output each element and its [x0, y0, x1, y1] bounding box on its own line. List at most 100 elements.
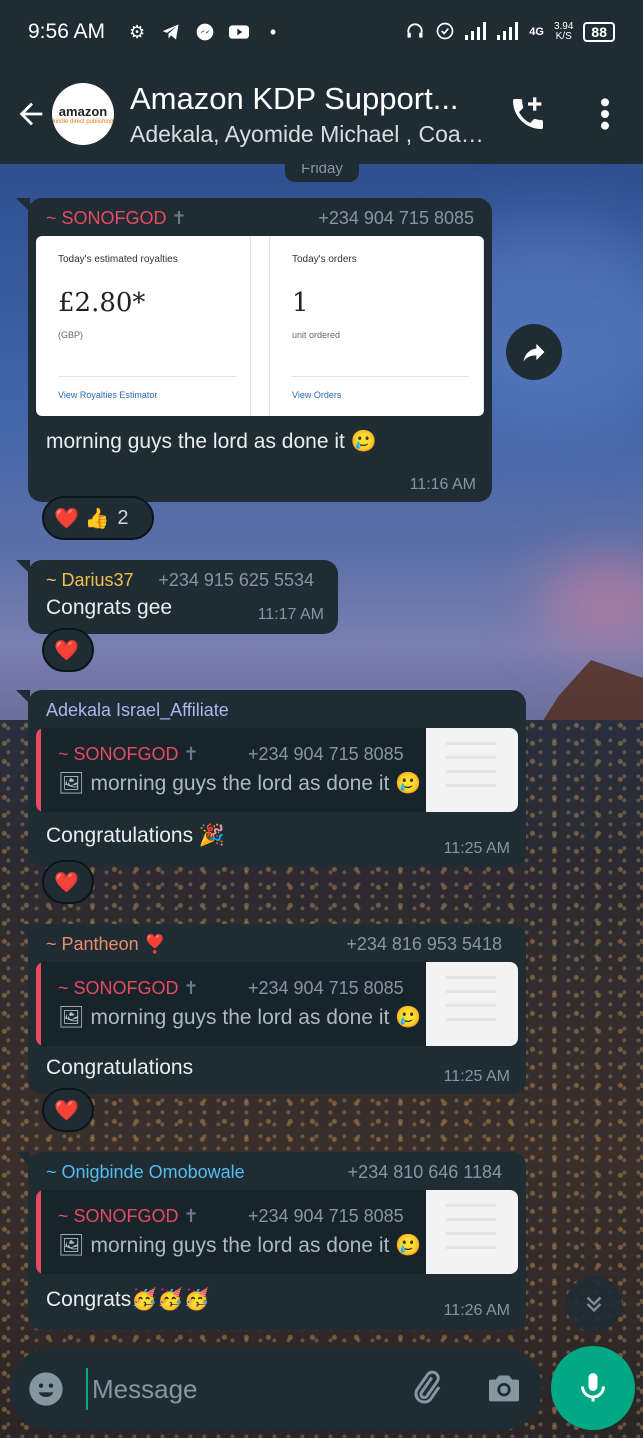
youtube-icon [229, 22, 250, 42]
cross-icon: ✝ [183, 978, 199, 998]
back-arrow-icon[interactable] [14, 97, 48, 131]
date-separator: Friday [285, 164, 359, 182]
quote-phone: +234 904 715 8085 [248, 744, 404, 764]
avatar-subbrand: kindle direct publishing [52, 118, 114, 125]
add-call-icon[interactable] [508, 94, 548, 134]
reaction-bar[interactable]: ❤️ 👍 2 [42, 496, 154, 540]
quote-sender-text: ~ SONOFGOD [58, 978, 179, 998]
quote-sender-text: ~ SONOFGOD [58, 1206, 179, 1226]
status-system-icons: 4G 3.94 K/S 88 [405, 21, 615, 44]
message-time: 11:25 AM [443, 1068, 510, 1085]
quote-sender: ~ SONOFGOD ✝ [58, 744, 199, 765]
microphone-button[interactable] [551, 1346, 635, 1430]
card-link: View Royalties Estimator [58, 390, 158, 400]
avatar-brand: amazon [58, 103, 108, 119]
quoted-message[interactable]: ~ SONOFGOD ✝ +234 904 715 8085 🖼 morning… [36, 1190, 518, 1274]
sender-phone: +234 915 625 5534 [158, 570, 314, 590]
paperclip-icon[interactable] [406, 1368, 446, 1408]
quote-thumbnail [426, 962, 518, 1046]
quote-accent-bar [36, 962, 41, 1046]
quote-text: 🖼 morning guys the lord as done it 🥲 [58, 1006, 422, 1029]
sender-phone: +234 904 715 8085 [318, 208, 474, 228]
telegram-icon [161, 22, 181, 42]
status-bar: 9:56 AM ⚙ • 4G 3.94 K/S 88 [0, 0, 643, 64]
chat-header: amazon kindle direct publishing Amazon K… [0, 64, 643, 164]
message-text: Congratulations 🎉 [46, 824, 226, 847]
message-bubble[interactable]: Adekala Israel_Affiliate ~ SONOFGOD ✝ +2… [16, 690, 526, 866]
sender-phone: +234 816 953 5418 [346, 934, 502, 954]
card-sub: (GBP) [58, 330, 84, 340]
quote-sender-text: ~ SONOFGOD [58, 744, 179, 764]
signal-icon-2 [497, 21, 519, 43]
reaction-bar[interactable]: ❤️ [42, 628, 94, 672]
message-time: 11:26 AM [443, 1302, 510, 1319]
message-input[interactable] [86, 1368, 386, 1410]
message-text: Congrats gee [46, 596, 173, 619]
reaction-count: 2 [117, 506, 129, 529]
sender-name[interactable]: ~ SONOFGOD ✝ [46, 208, 187, 229]
dot-icon: • [269, 21, 277, 42]
forward-button[interactable] [506, 324, 562, 380]
message-bubble[interactable]: ~ Pantheon ❣️ +234 816 953 5418 ~ SONOFG… [16, 924, 526, 1094]
image-attachment[interactable]: Today's estimated royalties £2.80* (GBP)… [36, 236, 484, 416]
message-time: 11:25 AM [443, 840, 510, 857]
sender-name[interactable]: ~ Onigbinde Omobowale [46, 1162, 245, 1183]
emoji-icon[interactable] [26, 1369, 66, 1409]
message-list[interactable]: Friday ~ SONOFGOD ✝ +234 904 715 8085 To… [0, 164, 643, 1344]
status-time: 9:56 AM [28, 20, 106, 43]
message-time: 11:16 AM [409, 476, 476, 493]
camera-icon[interactable] [484, 1368, 524, 1408]
more-options-icon[interactable] [590, 94, 620, 134]
message-text: morning guys the lord as done it 🥲 [46, 430, 377, 453]
network-speed: 3.94 K/S [554, 22, 573, 42]
message-bubble[interactable]: ~ SONOFGOD ✝ +234 904 715 8085 Today's e… [16, 198, 492, 502]
speed-unit: K/S [555, 31, 572, 42]
reaction-emojis: ❤️ [54, 1099, 79, 1122]
sender-name[interactable]: Adekala Israel_Affiliate [46, 700, 229, 721]
royalties-card: Today's estimated royalties £2.80* (GBP)… [36, 236, 251, 416]
signal-icon [465, 21, 487, 43]
microphone-icon [581, 1373, 605, 1402]
message-composer [10, 1348, 542, 1430]
reaction-bar[interactable]: ❤️ [42, 860, 94, 904]
quote-sender: ~ SONOFGOD ✝ [58, 1206, 199, 1227]
reaction-emojis: ❤️ [54, 871, 79, 894]
chat-title: Amazon KDP Support... [130, 80, 459, 116]
network-type: 4G [529, 26, 544, 38]
sender-name[interactable]: ~ Darius37 [46, 570, 134, 591]
reaction-emojis: ❤️ [54, 639, 79, 662]
double-chevron-down-icon [586, 1296, 602, 1313]
cross-icon: ✝ [183, 744, 199, 764]
message-bubble[interactable]: ~ Onigbinde Omobowale +234 810 646 1184 … [16, 1152, 526, 1330]
message-text: Congrats🥳🥳🥳 [46, 1288, 210, 1311]
quote-accent-bar [36, 728, 41, 812]
divider [58, 376, 236, 377]
cross-icon: ✝ [171, 208, 187, 228]
message-text: Congratulations [46, 1056, 194, 1079]
message-time: 11:17 AM [257, 606, 324, 623]
quote-accent-bar [36, 1190, 41, 1274]
scroll-to-bottom-button[interactable] [566, 1276, 622, 1332]
gear-icon: ⚙ [128, 21, 146, 42]
sender-name[interactable]: ~ Pantheon ❣️ [46, 934, 166, 955]
data-saver-icon [435, 21, 455, 44]
quoted-message[interactable]: ~ SONOFGOD ✝ +234 904 715 8085 🖼 morning… [36, 728, 518, 812]
quoted-message[interactable]: ~ SONOFGOD ✝ +234 904 715 8085 🖼 morning… [36, 962, 518, 1046]
messenger-icon [195, 22, 215, 42]
orders-card: Today's orders 1 unit ordered View Order… [269, 236, 484, 416]
message-bubble[interactable]: ~ Darius37 +234 915 625 5534 Congrats ge… [16, 560, 338, 634]
reaction-emojis: ❤️ 👍 [54, 507, 110, 530]
card-label: Today's orders [292, 254, 357, 265]
headset-icon [405, 21, 425, 44]
card-sub: unit ordered [292, 330, 341, 340]
reaction-bar[interactable]: ❤️ [42, 1088, 94, 1132]
chat-title-block[interactable]: Amazon KDP Support... Adekala, Ayomide M… [130, 81, 490, 148]
quote-text: 🖼 morning guys the lord as done it 🥲 [58, 1234, 422, 1257]
group-avatar[interactable]: amazon kindle direct publishing [52, 83, 114, 145]
chat-members: Adekala, Ayomide Michael , Coac... [130, 120, 490, 147]
sender-phone: +234 810 646 1184 [347, 1162, 502, 1182]
card-value: £2.80* [58, 288, 146, 318]
battery-indicator: 88 [583, 22, 615, 42]
status-notification-icons: ⚙ • [127, 22, 283, 42]
divider [292, 376, 469, 377]
